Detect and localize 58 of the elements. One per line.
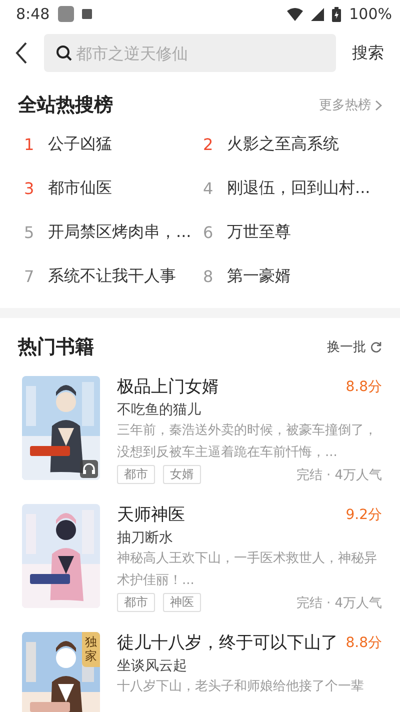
- chevron-icon: [375, 100, 382, 110]
- battery-icon: [332, 6, 342, 22]
- signal-icon: [311, 8, 324, 20]
- rank-number: 8: [203, 266, 213, 286]
- book-title: 极品上门女婿: [117, 376, 219, 398]
- hot-search-item[interactable]: 3 都市仙医: [24, 166, 203, 210]
- rank-number: 5: [24, 222, 34, 242]
- book-description: 十八岁下山，老头子和师娘给他接了个一辈: [117, 678, 365, 696]
- book-score: 9.2分: [346, 506, 382, 524]
- hot-search-item[interactable]: 1 公子凶猛: [24, 122, 203, 166]
- hot-search-item[interactable]: 8 第一豪婿: [203, 254, 382, 298]
- status-time: 8:48: [16, 5, 50, 23]
- book-title: 开局禁区烤肉串，...: [48, 222, 192, 242]
- book-description: 神秘高人王欢下山，一手医术救世人，神秘异术护佳丽！...: [117, 550, 378, 590]
- hot-search-item[interactable]: 4 刚退伍，回到山村...: [203, 166, 382, 210]
- search-icon: [56, 45, 72, 61]
- book-score: 8.8分: [346, 634, 382, 652]
- book-title: 都市仙医: [48, 178, 112, 198]
- rank-number: 3: [24, 178, 34, 198]
- rank-number: 6: [203, 222, 213, 242]
- book-title: 刚退伍，回到山村...: [227, 178, 370, 198]
- book-status: 完结 · 4万人气: [296, 594, 382, 612]
- book-author: 抽刀断水: [117, 529, 174, 548]
- book-score: 8.8分: [346, 378, 382, 396]
- rank-number: 7: [24, 266, 34, 286]
- hot-search-item[interactable]: 2 火影之至高系统: [203, 122, 382, 166]
- search-field[interactable]: 都市之逆天修仙: [44, 34, 336, 72]
- book-tag: 都市: [117, 593, 155, 612]
- book-tag: 神医: [163, 593, 201, 612]
- book-title: 天师神医: [117, 504, 185, 526]
- book-author: 坐谈风云起: [117, 657, 188, 676]
- hot-search-item[interactable]: 7 系统不让我干人事: [24, 254, 203, 298]
- hot-search-item[interactable]: 5 开局禁区烤肉串，...: [24, 210, 203, 254]
- refresh-icon: [370, 341, 382, 353]
- section-title: 热门书籍: [18, 335, 94, 360]
- book-title: 公子凶猛: [48, 134, 112, 154]
- book-title: 万世至尊: [227, 222, 291, 242]
- rank-number: 1: [24, 134, 34, 154]
- book-title: 第一豪婿: [227, 266, 291, 286]
- notification-icon: [58, 6, 74, 22]
- book-author: 不吃鱼的猫儿: [117, 401, 202, 420]
- search-button[interactable]: 搜索: [348, 42, 388, 64]
- rank-number: 4: [203, 178, 213, 198]
- book-title: 徒儿十八岁，终于可以下山了: [117, 632, 338, 654]
- book-status: 完结 · 4万人气: [296, 466, 382, 484]
- book-tag: 都市: [117, 465, 155, 484]
- battery-level: 100%: [349, 5, 392, 23]
- section-title: 全站热搜榜: [18, 93, 113, 118]
- rank-number: 2: [203, 134, 213, 154]
- hot-search-item[interactable]: 6 万世至尊: [203, 210, 382, 254]
- wifi-icon: [287, 8, 304, 20]
- book-title: 火影之至高系统: [227, 134, 339, 154]
- refresh-button[interactable]: 换一批: [327, 338, 382, 356]
- notification-icon: [82, 9, 92, 19]
- exclusive-badge: 独家: [82, 632, 100, 667]
- book-tag: 女婿: [163, 465, 201, 484]
- book-description: 三年前，秦浩送外卖的时候，被豪车撞倒了，没想到反被车主逼着跪在车前忏悔，...: [117, 422, 378, 462]
- book-title: 系统不让我干人事: [48, 266, 176, 286]
